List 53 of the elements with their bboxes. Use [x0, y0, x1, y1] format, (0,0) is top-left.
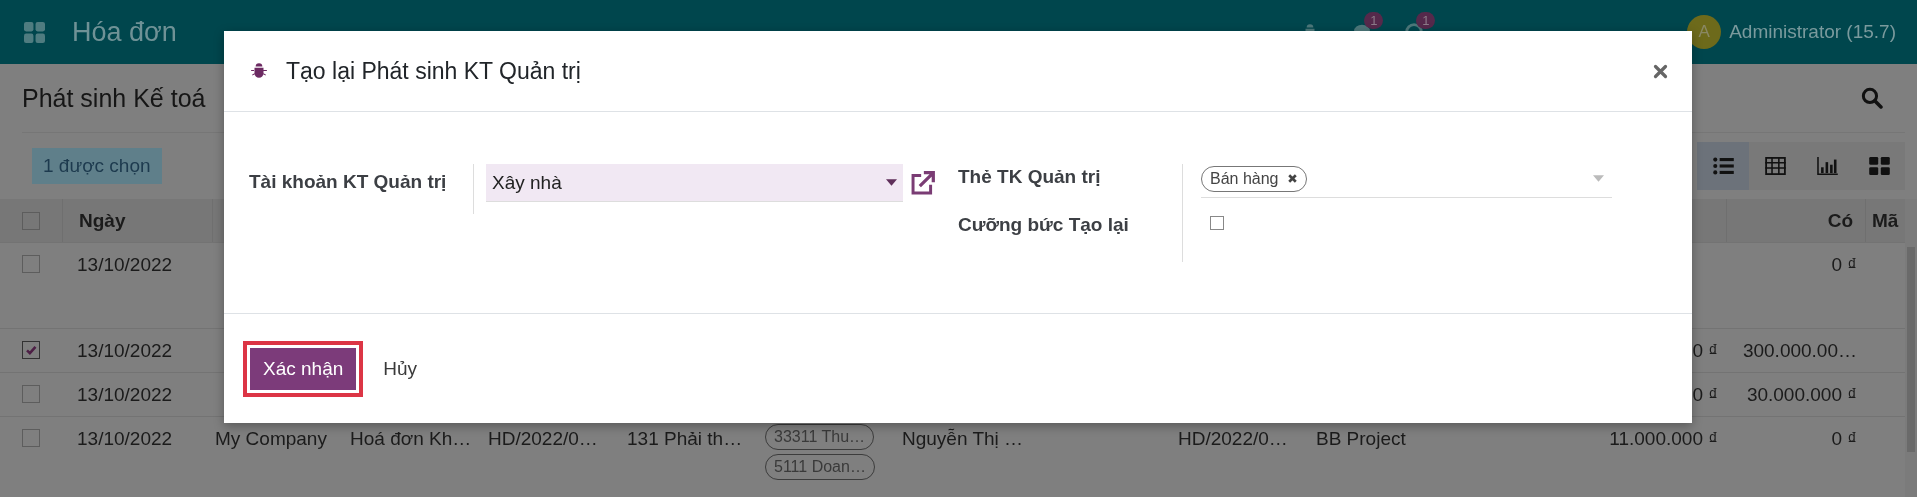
kanban-icon: [1868, 157, 1890, 175]
select-all-checkbox[interactable]: [22, 211, 40, 230]
column-header[interactable]: Mã: [1872, 209, 1899, 232]
field-label: Thẻ TK Quản trị: [958, 165, 1102, 189]
table-cell: 13/10/2022: [77, 254, 173, 275]
external-link-icon[interactable]: [909, 170, 936, 197]
force-checkbox[interactable]: [1210, 216, 1224, 230]
remove-icon[interactable]: [1286, 173, 1298, 184]
list-icon: [1712, 157, 1734, 175]
table-cell: 13/10/2022: [77, 428, 173, 449]
table-cell: 0 ₫: [1692, 384, 1718, 405]
user-name[interactable]: Administrator (15.7): [1729, 21, 1896, 43]
selection-count-badge[interactable]: 1 được chọn: [32, 148, 162, 184]
apps-menu-icon[interactable]: [24, 21, 45, 43]
row-checkbox[interactable]: [22, 429, 40, 447]
table-cell: 300.000.00…: [1742, 340, 1857, 361]
table-cell: HD/2022/0…: [1178, 428, 1288, 449]
table-cell: 131 Phải th…: [627, 428, 743, 449]
table-cell: HD/2022/0…: [488, 428, 598, 449]
column-header[interactable]: Ngày: [79, 209, 126, 232]
field-label: Cưỡng bức Tạo lại: [958, 213, 1130, 237]
chat-count-badge: 1: [1364, 12, 1384, 29]
caret-icon: [1593, 175, 1604, 182]
dialog-title: Tạo lại Phát sinh KT Quản trị: [286, 57, 581, 85]
table-cell: BB Project: [1316, 428, 1406, 449]
close-icon[interactable]: [1653, 63, 1668, 79]
bug-icon: [250, 62, 268, 80]
search-icon[interactable]: [1861, 87, 1883, 109]
activity-count-badge: 1: [1416, 12, 1436, 29]
view-button[interactable]: [1697, 142, 1749, 190]
table-cell: 0 ₫: [1831, 428, 1857, 449]
account-select[interactable]: Xây nhà: [486, 164, 903, 202]
row-checkbox[interactable]: [22, 255, 40, 273]
caret-icon: [886, 179, 897, 186]
cancel-button[interactable]: Hủy: [375, 344, 426, 393]
table-icon: [1764, 157, 1786, 175]
app-name: Hóa đơn: [72, 16, 177, 48]
table-cell: 13/10/2022: [77, 384, 173, 405]
table-cell: My Company: [215, 428, 327, 449]
table-cell: 13/10/2022: [77, 340, 173, 361]
row-checkbox[interactable]: [22, 385, 40, 403]
table-cell: 30.000.000 ₫: [1746, 384, 1857, 405]
table-cell: 0 ₫: [1692, 340, 1718, 361]
row-checkbox[interactable]: [22, 341, 40, 359]
bar-chart-icon: [1816, 157, 1838, 175]
table-cell: 11.000.000 ₫: [1609, 428, 1718, 449]
column-header[interactable]: Có: [1827, 209, 1853, 232]
tags-field[interactable]: Bán hàng: [1201, 160, 1612, 198]
field-label: Tài khoản KT Quản trị: [249, 170, 448, 194]
table-cell: 0 ₫: [1831, 254, 1857, 275]
table-cell: Hoá đơn Kh…: [350, 428, 472, 449]
table-cell: Nguyễn Thị …: [902, 428, 1024, 449]
page-title: Phát sinh Kế toá: [22, 83, 206, 113]
